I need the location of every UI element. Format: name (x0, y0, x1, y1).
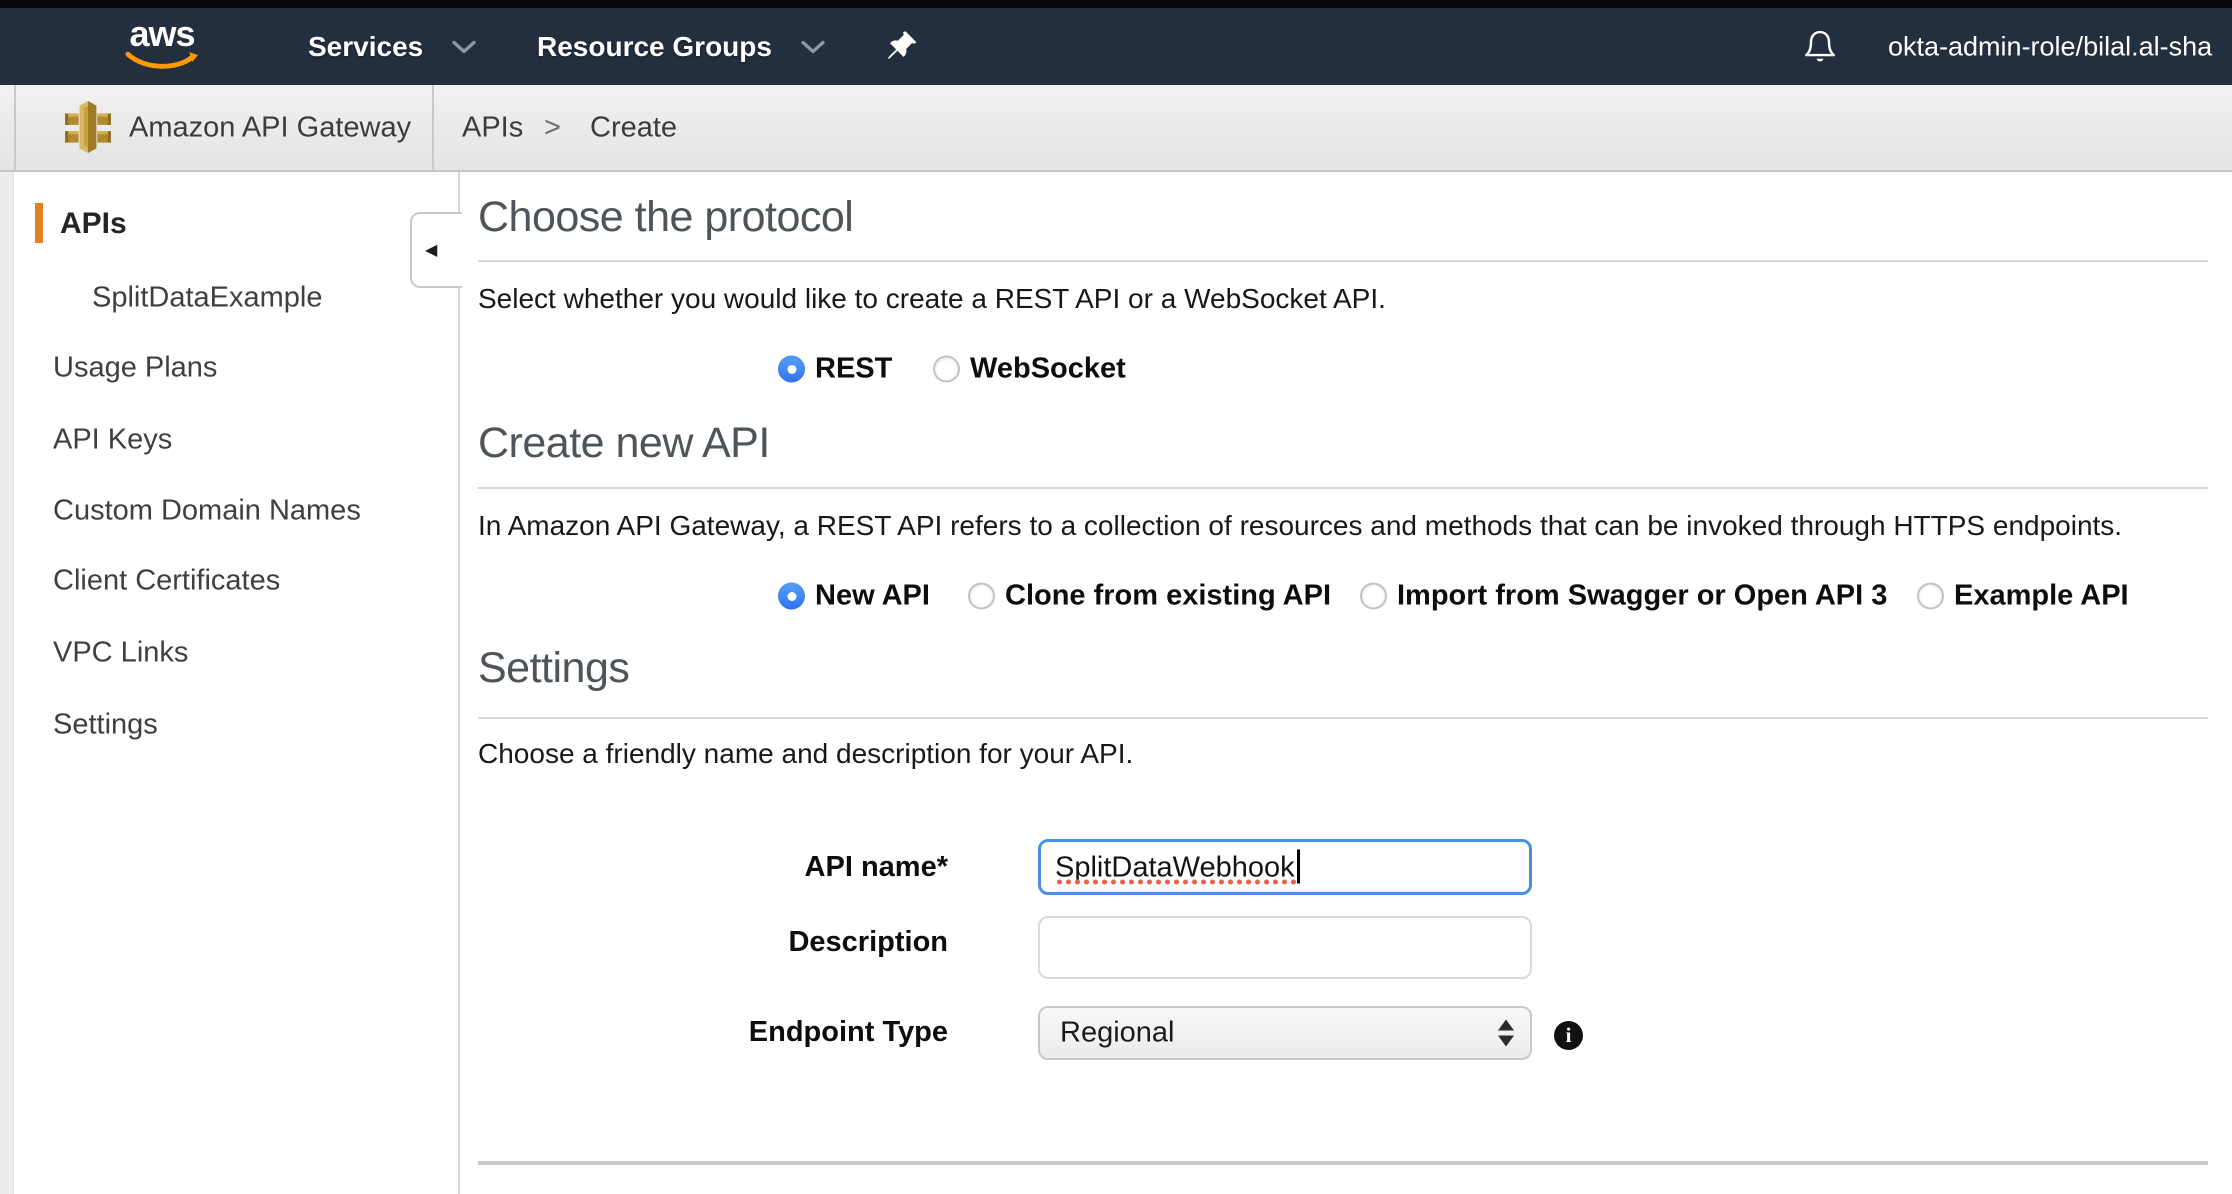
sidebar-item-client-certificates[interactable]: Client Certificates (53, 565, 280, 598)
rest-radio-label: REST (815, 353, 892, 386)
resource-groups-chevron-down-icon[interactable] (801, 40, 825, 53)
aws-top-navbar: aws Services Resource Groups okta-admin-… (0, 8, 2232, 85)
settings-section-description: Choose a friendly name and description f… (478, 738, 1133, 770)
services-chevron-down-icon[interactable] (452, 40, 476, 53)
example-api-radio-label: Example API (1954, 580, 2129, 613)
breadcrumb-separator: > (544, 111, 561, 144)
bottom-section-divider (478, 1161, 2208, 1165)
breadcrumb-service-name[interactable]: Amazon API Gateway (129, 111, 411, 144)
websocket-radio-button[interactable] (933, 356, 960, 383)
pin-icon[interactable] (886, 29, 918, 65)
create-section-title: Create new API (478, 419, 770, 468)
clone-api-radio-button[interactable] (968, 583, 995, 610)
aws-logo-text: aws (122, 17, 202, 51)
radio-option-rest[interactable]: REST (778, 353, 892, 386)
import-swagger-radio-label: Import from Swagger or Open API 3 (1397, 580, 1887, 613)
sidebar-item-splitdataexample[interactable]: SplitDataExample (92, 282, 323, 315)
api-name-label: API name* (598, 851, 948, 884)
gutter-divider (14, 85, 16, 170)
sidebar-divider (458, 172, 460, 1194)
radio-option-example-api[interactable]: Example API (1917, 580, 2129, 613)
breadcrumb-divider (432, 85, 434, 170)
websocket-radio-label: WebSocket (970, 353, 1126, 386)
section-divider (478, 487, 2208, 489)
aws-logo[interactable]: aws (122, 17, 202, 77)
endpoint-type-selected-value: Regional (1060, 1017, 1174, 1050)
select-stepper-icon (1498, 1020, 1514, 1047)
radio-option-websocket[interactable]: WebSocket (933, 353, 1126, 386)
settings-section-title: Settings (478, 644, 629, 693)
sidebar-item-api-keys[interactable]: API Keys (53, 424, 172, 457)
breadcrumb-apis-link[interactable]: APIs (462, 111, 523, 144)
sidebar-item-apis[interactable]: APIs (60, 207, 127, 241)
window-top-strip (0, 0, 2232, 8)
rest-radio-button[interactable] (778, 356, 805, 383)
nav-menu-resource-groups[interactable]: Resource Groups (537, 31, 772, 63)
new-api-radio-button[interactable] (778, 583, 805, 610)
nav-menu-services[interactable]: Services (308, 31, 423, 63)
section-divider (478, 717, 2208, 719)
sidebar-collapse-button[interactable]: ◀ (410, 212, 462, 288)
radio-option-clone-api[interactable]: Clone from existing API (968, 580, 1331, 613)
sidebar-active-indicator (35, 203, 43, 243)
description-label: Description (598, 926, 948, 959)
sidebar-item-vpc-links[interactable]: VPC Links (53, 637, 188, 670)
endpoint-type-select[interactable]: Regional (1038, 1006, 1532, 1060)
collapse-left-arrow-icon: ◀ (425, 240, 437, 260)
breadcrumb-current-page: Create (590, 111, 677, 144)
sidebar-item-usage-plans[interactable]: Usage Plans (53, 352, 217, 385)
example-api-radio-button[interactable] (1917, 583, 1944, 610)
protocol-section-title: Choose the protocol (478, 193, 853, 242)
aws-smile-icon (125, 51, 199, 73)
protocol-section-description: Select whether you would like to create … (478, 283, 1386, 315)
radio-option-import-swagger[interactable]: Import from Swagger or Open API 3 (1360, 580, 1887, 613)
notifications-bell-icon[interactable] (1802, 28, 1838, 66)
text-cursor (1297, 850, 1300, 884)
endpoint-type-info-icon[interactable]: i (1554, 1021, 1583, 1050)
aws-console-window: aws Services Resource Groups okta-admin-… (0, 0, 2232, 1194)
window-left-gutter (0, 172, 14, 1194)
radio-option-new-api[interactable]: New API (778, 580, 930, 613)
spellcheck-underline (1055, 879, 1297, 885)
endpoint-type-label: Endpoint Type (598, 1016, 948, 1049)
breadcrumb-bar: Amazon API Gateway APIs > Create (0, 85, 2232, 172)
sidebar-nav (14, 172, 458, 1194)
import-swagger-radio-button[interactable] (1360, 583, 1387, 610)
api-gateway-service-icon (62, 99, 114, 155)
clone-api-radio-label: Clone from existing API (1005, 580, 1331, 613)
api-name-input[interactable]: SplitDataWebhook (1038, 839, 1532, 895)
sidebar-item-settings[interactable]: Settings (53, 709, 158, 742)
create-section-description: In Amazon API Gateway, a REST API refers… (478, 510, 2122, 542)
account-role-menu[interactable]: okta-admin-role/bilal.al-sha (1888, 31, 2212, 62)
new-api-radio-label: New API (815, 580, 930, 613)
sidebar-item-custom-domain-names[interactable]: Custom Domain Names (53, 495, 361, 528)
description-input[interactable] (1038, 916, 1532, 979)
section-divider (478, 260, 2208, 262)
